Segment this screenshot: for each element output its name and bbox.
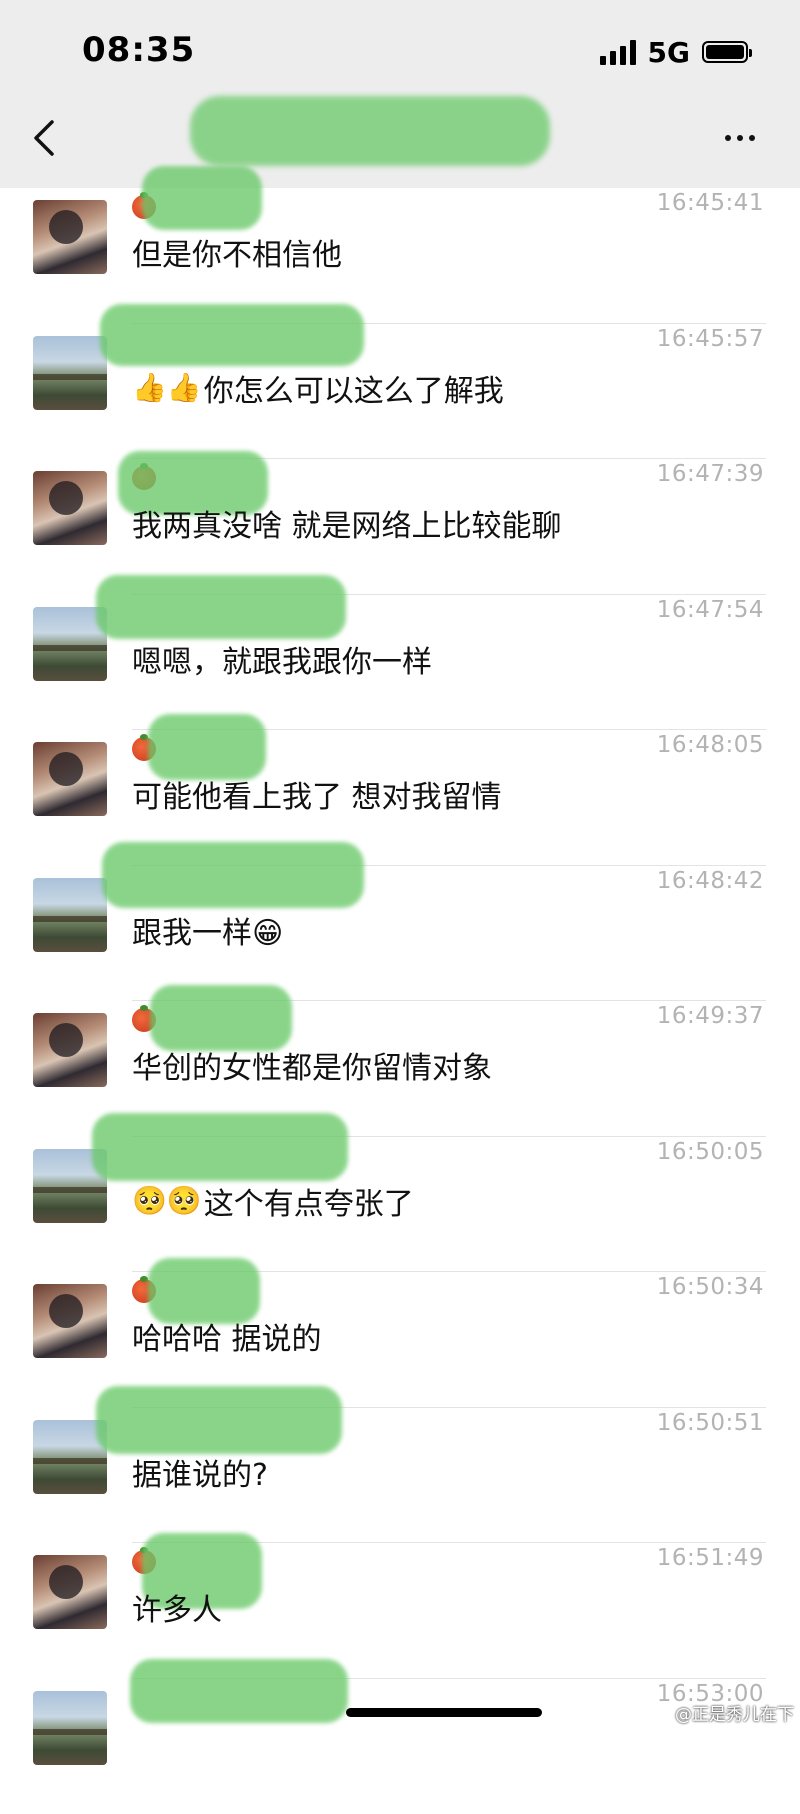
avatar[interactable]: [33, 1555, 107, 1629]
status-time: 08:35: [82, 30, 195, 70]
redaction-mark: [150, 985, 292, 1051]
message-body: 据谁说的?: [132, 1450, 268, 1494]
more-dots-icon[interactable]: [720, 128, 760, 148]
message-timestamp: 16:47:39: [657, 461, 764, 487]
battery-icon: [702, 41, 748, 63]
message-text: 据谁说的?: [132, 1450, 268, 1494]
redaction-mark: [102, 842, 364, 908]
message-item[interactable]: 16:45:57 👍👍你怎么可以这么了解我: [0, 324, 800, 460]
message-text: 哈哈哈 据说的: [132, 1314, 322, 1358]
redaction-mark: [130, 1659, 348, 1723]
avatar[interactable]: [33, 200, 107, 274]
message-timestamp: 16:50:51: [657, 1410, 764, 1436]
message-list[interactable]: 16:45:41 但是你不相信他 16:45:57 👍👍你怎么可以这么了解我 16:47…: [0, 188, 800, 1814]
status-icons: 5G: [600, 34, 748, 70]
redaction-mark: [142, 166, 262, 230]
emoji-prefix: 🥺🥺: [132, 1184, 202, 1217]
message-text: 👍👍你怎么可以这么了解我: [132, 366, 504, 410]
message-item[interactable]: 16:51:49 许多人: [0, 1543, 800, 1679]
home-indicator[interactable]: [346, 1708, 542, 1717]
message-item[interactable]: 16:50:51 据谁说的?: [0, 1408, 800, 1544]
avatar[interactable]: [33, 742, 107, 816]
redaction-mark: [100, 304, 364, 366]
message-body: 哈哈哈 据说的: [132, 1314, 322, 1358]
message-timestamp: 16:51:49: [657, 1545, 764, 1571]
message-timestamp: 16:48:05: [657, 732, 764, 758]
message-text: 许多人: [132, 1585, 222, 1629]
message-item[interactable]: 16:50:05 🥺🥺这个有点夸张了: [0, 1137, 800, 1273]
signal-icon: [600, 39, 636, 65]
message-body: 我两真没啥 就是网络上比较能聊: [132, 501, 562, 545]
message-text: 嗯嗯，就跟我跟你一样: [132, 637, 432, 681]
message-body: 嗯嗯，就跟我跟你一样: [132, 637, 432, 681]
redaction-mark: [148, 714, 266, 780]
chevron-left-icon[interactable]: [30, 118, 60, 158]
battery-fill: [706, 45, 744, 59]
message-body: 但是你不相信他: [132, 230, 342, 274]
emoji-prefix: 👍👍: [132, 371, 202, 404]
avatar[interactable]: [33, 471, 107, 545]
message-body: 这个有点夸张了: [204, 1179, 414, 1223]
message-body: 可能他看上我了 想对我留情: [132, 772, 502, 816]
message-timestamp: 16:45:57: [657, 326, 764, 352]
message-text: 华创的女性都是你留情对象: [132, 1043, 492, 1087]
message-text: 我两真没啥 就是网络上比较能聊: [132, 501, 562, 545]
avatar[interactable]: [33, 336, 107, 410]
message-timestamp: 16:50:34: [657, 1274, 764, 1300]
message-text: 可能他看上我了 想对我留情: [132, 772, 502, 816]
redaction-mark: [96, 1386, 342, 1454]
message-timestamp: 16:50:05: [657, 1139, 764, 1165]
message-text: 但是你不相信他: [132, 230, 342, 274]
redaction-mark: [96, 575, 346, 639]
watermark: @正是秀儿在下: [675, 1700, 794, 1725]
redacted-chat-title: [190, 96, 550, 166]
message-timestamp: 16:47:54: [657, 597, 764, 623]
avatar[interactable]: [33, 878, 107, 952]
network-type: 5G: [648, 36, 690, 69]
avatar[interactable]: [33, 1284, 107, 1358]
message-item[interactable]: 16:47:54 嗯嗯，就跟我跟你一样: [0, 595, 800, 731]
redaction-mark: [92, 1113, 348, 1181]
avatar[interactable]: [33, 1013, 107, 1087]
message-body: 华创的女性都是你留情对象: [132, 1043, 492, 1087]
message-body: 你怎么可以这么了解我: [204, 366, 504, 410]
message-text: 🥺🥺这个有点夸张了: [132, 1179, 414, 1223]
message-timestamp: 16:49:37: [657, 1003, 764, 1029]
message-body: 跟我一样😁: [132, 908, 283, 952]
message-item[interactable]: 16:48:42 跟我一样😁: [0, 866, 800, 1002]
avatar[interactable]: [33, 1691, 107, 1765]
message-body: 许多人: [132, 1585, 222, 1629]
message-text: 跟我一样😁: [132, 908, 283, 952]
message-timestamp: 16:48:42: [657, 868, 764, 894]
title-bar: 08:35 5G: [0, 0, 800, 188]
message-timestamp: 16:45:41: [657, 190, 764, 216]
message-item[interactable]: 16:53:00: [0, 1679, 800, 1814]
